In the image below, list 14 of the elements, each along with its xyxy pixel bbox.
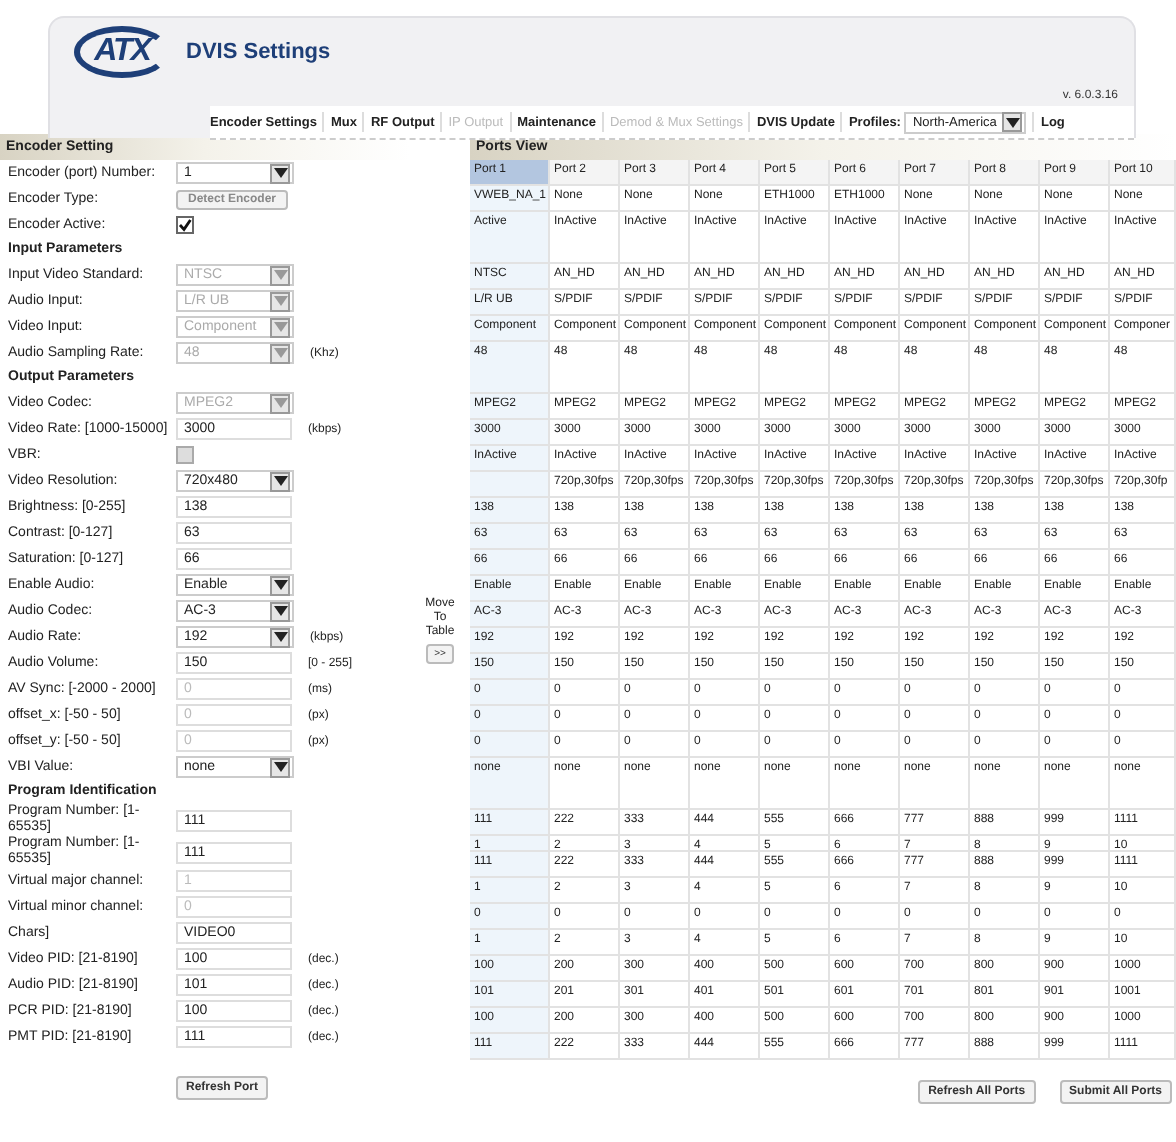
dropdown-arrow-icon <box>270 627 290 647</box>
dropdown-arrow-icon <box>270 163 290 183</box>
dropdown-arrow-icon <box>270 601 290 621</box>
dropdown-arrow-icon <box>1002 112 1023 132</box>
dropdown-arrow-icon <box>270 471 290 491</box>
dropdown-arrow-icon <box>270 265 290 285</box>
dropdown-arrow-icon <box>270 291 290 311</box>
dropdown-arrow-icon <box>270 757 290 777</box>
dropdown-arrow-icon <box>270 343 290 363</box>
dropdown-arrow-icon <box>270 317 290 337</box>
app-title: DVIS Settings <box>186 40 331 64</box>
dropdown-arrow-icon <box>270 575 290 595</box>
checkbox[interactable] <box>176 216 194 234</box>
dropdown-arrow-icon <box>270 393 290 413</box>
